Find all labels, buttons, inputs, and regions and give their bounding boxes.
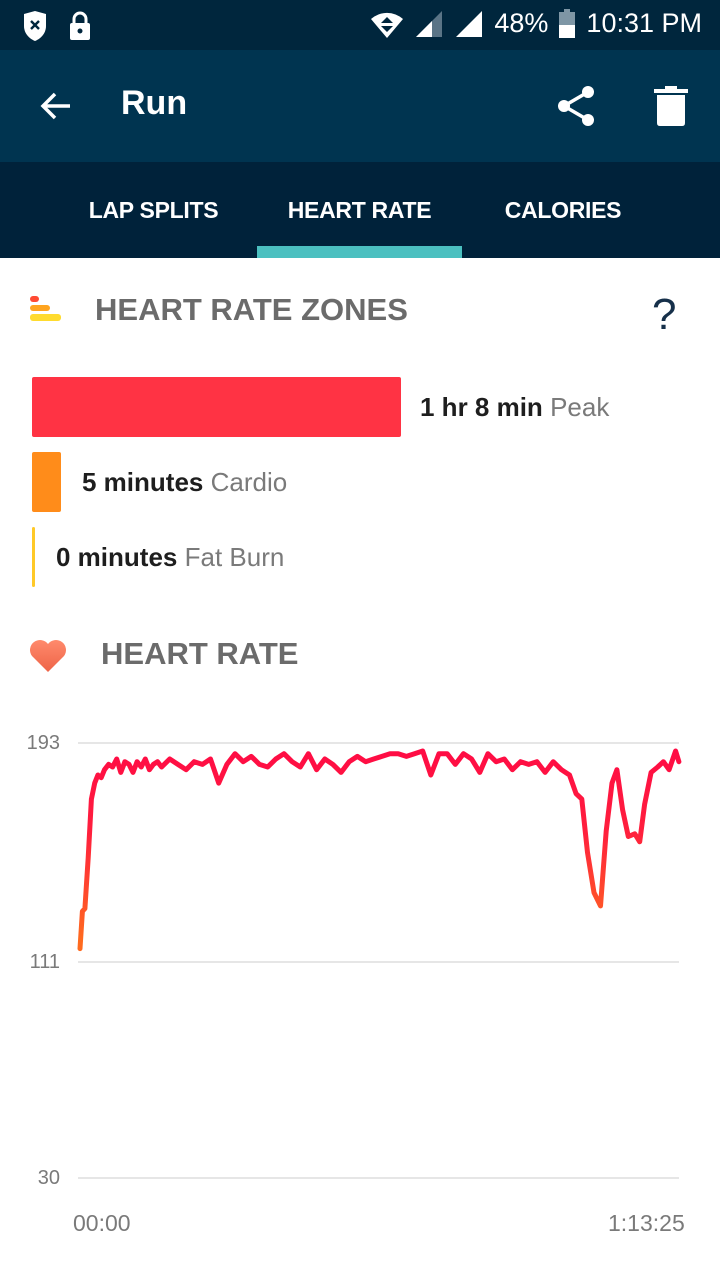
status-bar: 48% 10:31 PM: [0, 0, 720, 50]
zone-name: Fat Burn: [184, 542, 285, 572]
zone-cardio: 5 minutes Cardio: [82, 467, 287, 498]
zone-fat-burn: 0 minutes Fat Burn: [56, 542, 284, 573]
zones-title: HEART RATE ZONES: [95, 292, 408, 327]
signal-icon: [456, 10, 483, 37]
tab-heart-rate[interactable]: HEART RATE: [257, 162, 462, 258]
zone-name: Cardio: [210, 467, 288, 497]
heart-rate-header: HEART RATE: [0, 626, 720, 686]
zone-value: 5 minutes: [82, 467, 204, 497]
trash-icon[interactable]: [654, 86, 688, 126]
active-tab-indicator: [257, 246, 462, 258]
zone-bar-cardio: [32, 452, 61, 512]
page-title: Run: [121, 84, 188, 122]
battery-icon: [559, 8, 576, 38]
x-tick-end: 1:13:25: [608, 1210, 685, 1236]
x-tick-start: 00:00: [73, 1210, 131, 1236]
heart-rate-line: [77, 748, 682, 952]
app-bar: Run: [0, 50, 720, 162]
tab-label: CALORIES: [504, 196, 622, 223]
zone-bar-peak: [32, 377, 401, 437]
help-button[interactable]: ?: [652, 290, 676, 340]
shield-x-icon: [24, 11, 46, 41]
tab-label: LAP SPLITS: [88, 196, 219, 223]
share-icon[interactable]: [554, 84, 598, 128]
tab-label: HEART RATE: [287, 196, 432, 223]
zone-peak: 1 hr 8 min Peak: [420, 392, 609, 423]
heart-rate-chart: [77, 742, 682, 1179]
heart-icon: [30, 640, 66, 672]
wifi-icon: [371, 12, 404, 38]
zone-name: Peak: [550, 392, 610, 422]
lock-icon: [70, 11, 90, 40]
arrow-left-icon[interactable]: [36, 86, 76, 126]
zones-header: HEART RATE ZONES: [0, 282, 720, 342]
tab-bar: LAP SPLITS HEART RATE CALORIES: [0, 162, 720, 258]
heart-rate-title: HEART RATE: [101, 636, 299, 671]
tab-lap-splits[interactable]: LAP SPLITS: [50, 162, 257, 258]
battery-percent: 48%: [494, 8, 549, 38]
zone-value: 1 hr 8 min: [420, 392, 543, 422]
clock: 10:31 PM: [586, 8, 702, 38]
zones-icon: [30, 296, 61, 321]
zone-bar-fat-burn: [32, 527, 35, 587]
signal-icon: [416, 10, 443, 37]
zone-value: 0 minutes: [56, 542, 178, 572]
tab-calories[interactable]: CALORIES: [462, 162, 664, 258]
